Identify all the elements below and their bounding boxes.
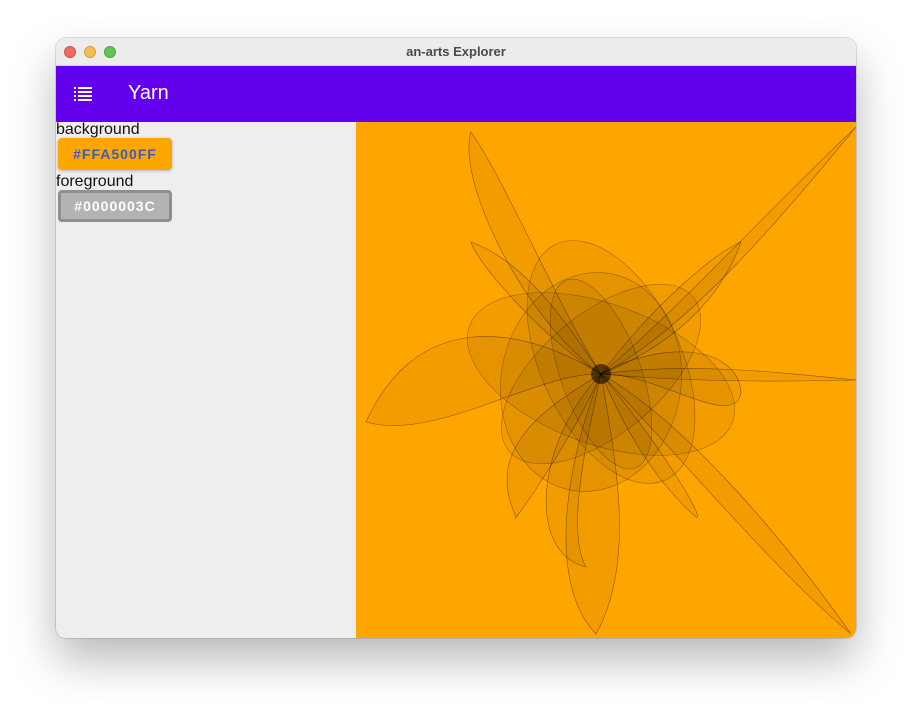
foreground-label: foreground (56, 173, 134, 190)
app-bar: Yarn (56, 66, 856, 122)
background-color-button[interactable]: #FFA500FF (58, 138, 172, 170)
menu-list-icon (74, 87, 92, 101)
yarn-artwork (365, 126, 856, 635)
menu-button[interactable] (64, 74, 104, 114)
foreground-color-button[interactable]: #0000003C (58, 190, 172, 222)
background-label: background (56, 121, 140, 138)
app-title: Yarn (128, 82, 169, 104)
settings-panel: background #FFA500FF foreground #0000003… (56, 121, 356, 638)
yarn-center (591, 364, 611, 384)
title-bar[interactable]: an-arts Explorer (56, 38, 856, 66)
window-title: an-arts Explorer (406, 44, 506, 59)
art-canvas[interactable] (356, 122, 856, 638)
app-window: an-arts Explorer Yarn background #FFA500… (56, 38, 856, 638)
